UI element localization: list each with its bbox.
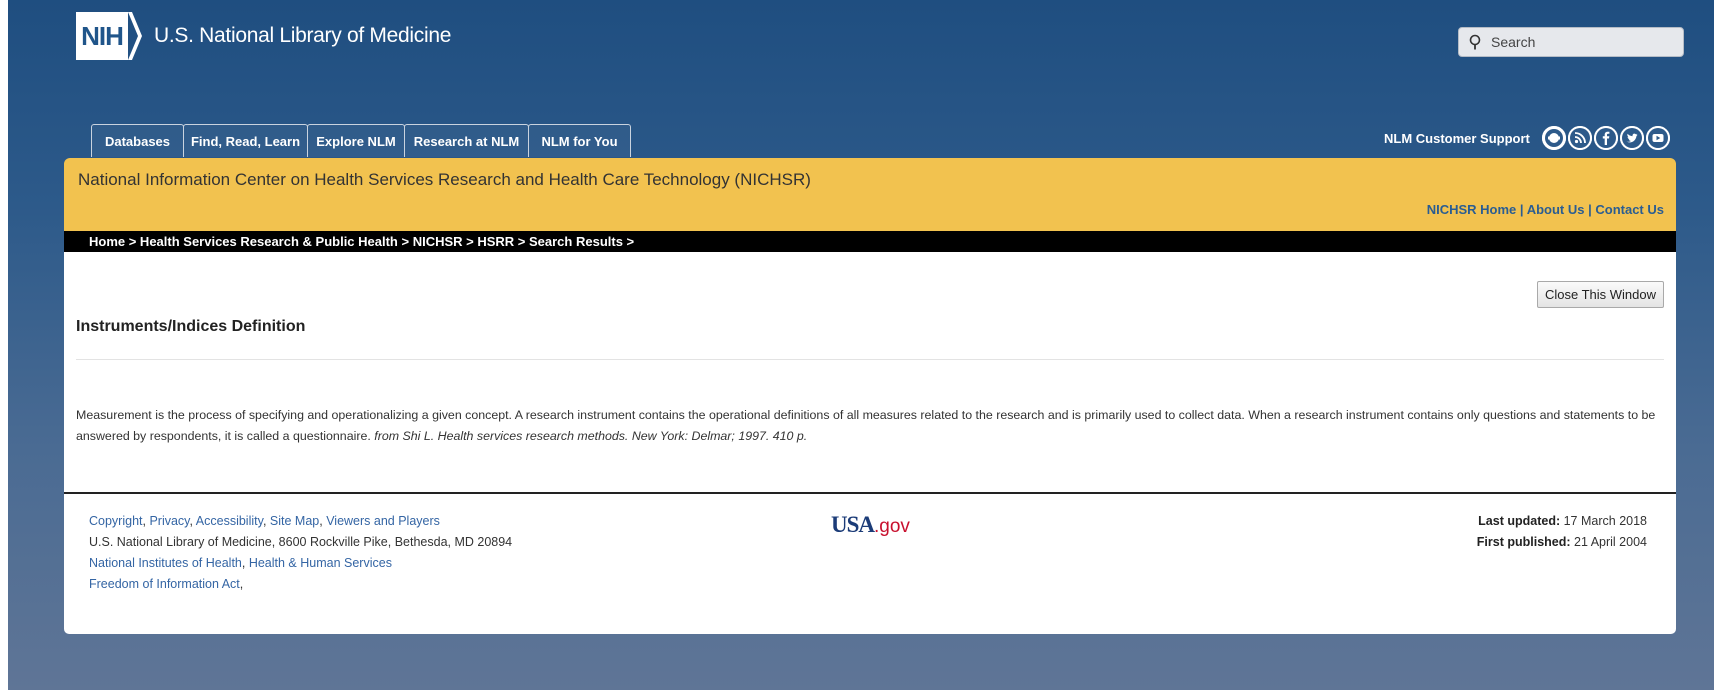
rss-icon[interactable] <box>1567 126 1592 150</box>
usa-gov-logo[interactable]: USA.gov <box>831 512 910 538</box>
customer-support-icon[interactable] <box>1541 126 1566 150</box>
nih-link[interactable]: National Institutes of Health <box>89 556 242 570</box>
breadcrumb-bar: Home > Health Services Research & Public… <box>64 231 1676 252</box>
youtube-icon[interactable] <box>1645 126 1670 150</box>
search-input[interactable] <box>1489 33 1673 51</box>
logo-title: U.S. National Library of Medicine <box>154 24 452 47</box>
hhs-link[interactable]: Health & Human Services <box>249 556 392 570</box>
first-published-value: 21 April 2004 <box>1574 535 1647 549</box>
tab-explore-nlm[interactable]: Explore NLM <box>307 124 405 157</box>
title-divider <box>76 359 1664 360</box>
about-us-link[interactable]: About Us <box>1527 202 1585 217</box>
twitter-icon[interactable] <box>1619 126 1644 150</box>
banner-links: NICHSR Home | About Us | Contact Us <box>1427 202 1664 217</box>
first-published-label: First published: <box>1476 535 1571 549</box>
footer-address: U.S. National Library of Medicine, 8600 … <box>89 535 513 549</box>
definition-text: Measurement is the process of specifying… <box>76 405 1666 447</box>
viewers-players-link[interactable]: Viewers and Players <box>326 514 440 528</box>
search-box[interactable] <box>1458 27 1684 57</box>
nlm-logo[interactable]: NIH U.S. National Library of Medicine <box>76 12 451 60</box>
banner-title: National Information Center on Health Se… <box>78 170 811 189</box>
close-window-button[interactable]: Close This Window <box>1536 281 1664 308</box>
first-published: First published: 21 April 2004 <box>1477 532 1647 553</box>
nih-chevron-icon <box>128 12 142 60</box>
tab-nlm-for-you[interactable]: NLM for You <box>528 124 631 157</box>
breadcrumb[interactable]: Home > Health Services Research & Public… <box>89 234 634 249</box>
last-updated-label: Last updated: <box>1478 514 1561 528</box>
copyright-link[interactable]: Copyright <box>89 514 143 528</box>
usa-logo-suffix: .gov <box>874 516 910 537</box>
link-separator: | <box>1588 202 1592 217</box>
accessibility-link[interactable]: Accessibility <box>196 514 263 528</box>
footer-line-policies: Copyright, Privacy, Accessibility, Site … <box>89 514 440 528</box>
nichsr-banner: National Information Center on Health Se… <box>64 158 1676 231</box>
nih-badge: NIH <box>76 12 128 60</box>
footer-dates: Last updated: 17 March 2018 First publis… <box>1477 511 1647 553</box>
footer-line-foia: Freedom of Information Act, <box>89 577 244 591</box>
site-map-link[interactable]: Site Map <box>270 514 319 528</box>
last-updated-value: 17 March 2018 <box>1563 514 1647 528</box>
footer: Copyright, Privacy, Accessibility, Site … <box>64 494 1676 634</box>
search-icon <box>1469 34 1481 50</box>
definition-source: from Shi L. Health services research met… <box>374 429 808 443</box>
last-updated: Last updated: 17 March 2018 <box>1477 511 1647 532</box>
footer-line-agencies: National Institutes of Health, Health & … <box>89 556 392 570</box>
main-content: Close This Window Instruments/Indices De… <box>64 252 1676 492</box>
contact-us-link[interactable]: Contact Us <box>1595 202 1664 217</box>
foia-link[interactable]: Freedom of Information Act <box>89 577 240 591</box>
customer-support-link[interactable]: NLM Customer Support <box>1384 131 1530 146</box>
tab-databases[interactable]: Databases <box>91 124 184 157</box>
footer-links: Copyright, Privacy, Accessibility, Site … <box>89 511 512 595</box>
definition-body: Measurement is the process of specifying… <box>76 408 1656 443</box>
customer-support-area: NLM Customer Support <box>1384 124 1672 152</box>
tab-research-at-nlm[interactable]: Research at NLM <box>404 124 529 157</box>
main-nav-tabs: Databases Find, Read, Learn Explore NLM … <box>91 124 631 157</box>
nichsr-home-link[interactable]: NICHSR Home <box>1427 202 1517 217</box>
page-background: NIH U.S. National Library of Medicine Da… <box>8 0 1714 690</box>
privacy-link[interactable]: Privacy <box>149 514 189 528</box>
facebook-icon[interactable] <box>1593 126 1618 150</box>
usa-logo-text: USA <box>831 512 875 537</box>
page-title: Instruments/Indices Definition <box>76 318 306 335</box>
link-separator: | <box>1519 202 1524 217</box>
tab-find-read-learn[interactable]: Find, Read, Learn <box>183 124 308 157</box>
